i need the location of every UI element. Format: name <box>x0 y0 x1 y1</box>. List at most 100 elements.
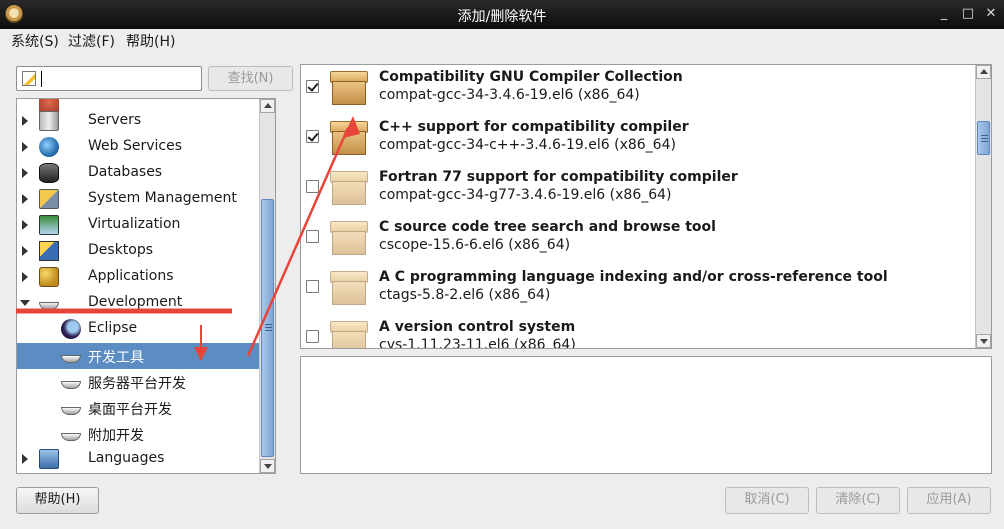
web-services-icon <box>39 137 59 157</box>
help-button[interactable]: 帮助(H) <box>16 487 99 514</box>
trowel-icon <box>61 381 81 389</box>
tree-item-additional-dev[interactable]: 附加开发 <box>17 421 275 447</box>
scroll-down-arrow-icon[interactable] <box>260 459 275 473</box>
tree-item-label: Applications <box>88 268 174 284</box>
title-bar: 添加/删除软件 _ □ ✕ <box>0 0 1004 29</box>
package-version: compat-gcc-34-c++-3.4.6-19.el6 (x86_64) <box>379 137 676 153</box>
tree-item-label: 服务器平台开发 <box>88 376 186 392</box>
tree-item-label: 开发工具 <box>88 350 144 366</box>
package-row[interactable]: C source code tree search and browse too… <box>301 215 973 265</box>
package-name: Fortran 77 support for compatibility com… <box>379 169 738 185</box>
package-box-icon <box>328 119 370 157</box>
package-box-icon <box>328 319 370 348</box>
package-checkbox[interactable] <box>306 80 319 93</box>
package-details-panel <box>300 356 992 474</box>
package-row[interactable]: C++ support for compatibility compiler c… <box>301 115 973 165</box>
package-box-icon <box>328 219 370 257</box>
scroll-up-arrow-icon[interactable] <box>260 99 275 113</box>
expander-icon[interactable] <box>22 142 28 152</box>
expander-icon[interactable] <box>22 168 28 178</box>
trowel-icon <box>61 355 81 363</box>
package-box-icon <box>328 269 370 307</box>
tree-item-servers[interactable]: Servers <box>17 108 275 134</box>
tree-item-label: 桌面平台开发 <box>88 402 172 418</box>
search-input[interactable] <box>16 66 202 91</box>
scrollbar-thumb[interactable] <box>261 199 274 457</box>
trowel-icon <box>39 302 59 310</box>
package-box-icon <box>328 69 370 107</box>
system-management-icon <box>39 189 59 209</box>
menu-help[interactable]: 帮助(H) <box>126 31 175 51</box>
package-row[interactable]: Fortran 77 support for compatibility com… <box>301 165 973 215</box>
tree-item-eclipse[interactable]: Eclipse <box>17 316 275 342</box>
minimize-button[interactable]: _ <box>935 5 953 23</box>
expander-icon[interactable] <box>20 300 30 306</box>
package-row[interactable]: Compatibility GNU Compiler Collection co… <box>301 65 973 115</box>
tree-item-development[interactable]: Development <box>17 290 275 316</box>
expander-icon[interactable] <box>22 272 28 282</box>
menu-system[interactable]: 系统(S) <box>11 31 59 51</box>
tree-item-label: Desktops <box>88 242 154 258</box>
package-name: C source code tree search and browse too… <box>379 219 716 235</box>
find-button[interactable]: 查找(N) <box>208 66 293 91</box>
cancel-button[interactable]: 取消(C) <box>725 487 809 514</box>
trowel-icon <box>61 433 81 441</box>
tree-item-label: Web Services <box>88 138 183 154</box>
expander-icon[interactable] <box>22 220 28 230</box>
tree-item-system-management[interactable]: System Management <box>17 186 275 212</box>
package-row[interactable]: A C programming language indexing and/or… <box>301 265 973 315</box>
apply-button[interactable]: 应用(A) <box>907 487 991 514</box>
tree-scrollbar[interactable] <box>259 99 275 473</box>
tree-item-virtualization[interactable]: Virtualization <box>17 212 275 238</box>
tree-item-web-services[interactable]: Web Services <box>17 134 275 160</box>
package-name: A version control system <box>379 319 576 335</box>
scroll-down-arrow-icon[interactable] <box>976 334 991 348</box>
tree-item-desktops[interactable]: Desktops <box>17 238 275 264</box>
tree-item-label: 附加开发 <box>88 428 144 444</box>
scroll-up-arrow-icon[interactable] <box>976 65 991 79</box>
tree-item-server-platform-dev[interactable]: 服务器平台开发 <box>17 369 275 395</box>
expander-icon[interactable] <box>22 194 28 204</box>
tree-item-label: Servers <box>88 112 142 128</box>
expander-icon[interactable] <box>22 116 28 126</box>
package-checkbox[interactable] <box>306 280 319 293</box>
maximize-button[interactable]: □ <box>959 5 977 23</box>
tree-item-label: System Management <box>88 190 237 206</box>
package-checkbox[interactable] <box>306 180 319 193</box>
tree-item-applications[interactable]: Applications <box>17 264 275 290</box>
clear-button[interactable]: 清除(C) <box>816 487 900 514</box>
text-caret <box>41 71 42 87</box>
expander-icon[interactable] <box>22 454 28 464</box>
desktops-icon <box>39 241 59 261</box>
package-version: compat-gcc-34-3.4.6-19.el6 (x86_64) <box>379 87 640 103</box>
tree-item-label: Development <box>88 294 183 310</box>
category-tree: Servers Web Services Databases System Ma… <box>16 98 276 474</box>
tree-item-databases[interactable]: Databases <box>17 160 275 186</box>
servers-icon <box>39 111 59 131</box>
package-checkbox[interactable] <box>306 230 319 243</box>
menu-filter[interactable]: 过滤(F) <box>68 31 115 51</box>
menu-bar: 系统(S) 过滤(F) 帮助(H) <box>0 29 1004 51</box>
tree-item-languages[interactable]: Languages <box>17 446 275 472</box>
tree-item-label: Languages <box>88 450 165 466</box>
package-list-scrollbar[interactable] <box>975 65 991 348</box>
package-name: Compatibility GNU Compiler Collection <box>379 69 683 85</box>
trowel-icon <box>61 407 81 415</box>
package-checkbox[interactable] <box>306 130 319 143</box>
expander-icon[interactable] <box>22 246 28 256</box>
close-button[interactable]: ✕ <box>982 5 1000 23</box>
window-title: 添加/删除软件 <box>457 9 547 25</box>
scrollbar-thumb[interactable] <box>977 121 990 155</box>
package-checkbox[interactable] <box>306 330 319 343</box>
tree-item-label: Eclipse <box>88 320 138 336</box>
edit-icon <box>22 71 36 86</box>
tree-item-dev-tools[interactable]: 开发工具 <box>17 343 275 369</box>
package-version: ctags-5.8-2.el6 (x86_64) <box>379 287 551 303</box>
package-name: C++ support for compatibility compiler <box>379 119 689 135</box>
package-box-icon <box>328 169 370 207</box>
package-list: Compatibility GNU Compiler Collection co… <box>300 64 992 349</box>
package-name: A C programming language indexing and/or… <box>379 269 888 285</box>
package-row[interactable]: A version control system cvs-1.11.23-11.… <box>301 315 973 348</box>
tree-item-label: Databases <box>88 164 163 180</box>
tree-item-desktop-platform-dev[interactable]: 桌面平台开发 <box>17 395 275 421</box>
